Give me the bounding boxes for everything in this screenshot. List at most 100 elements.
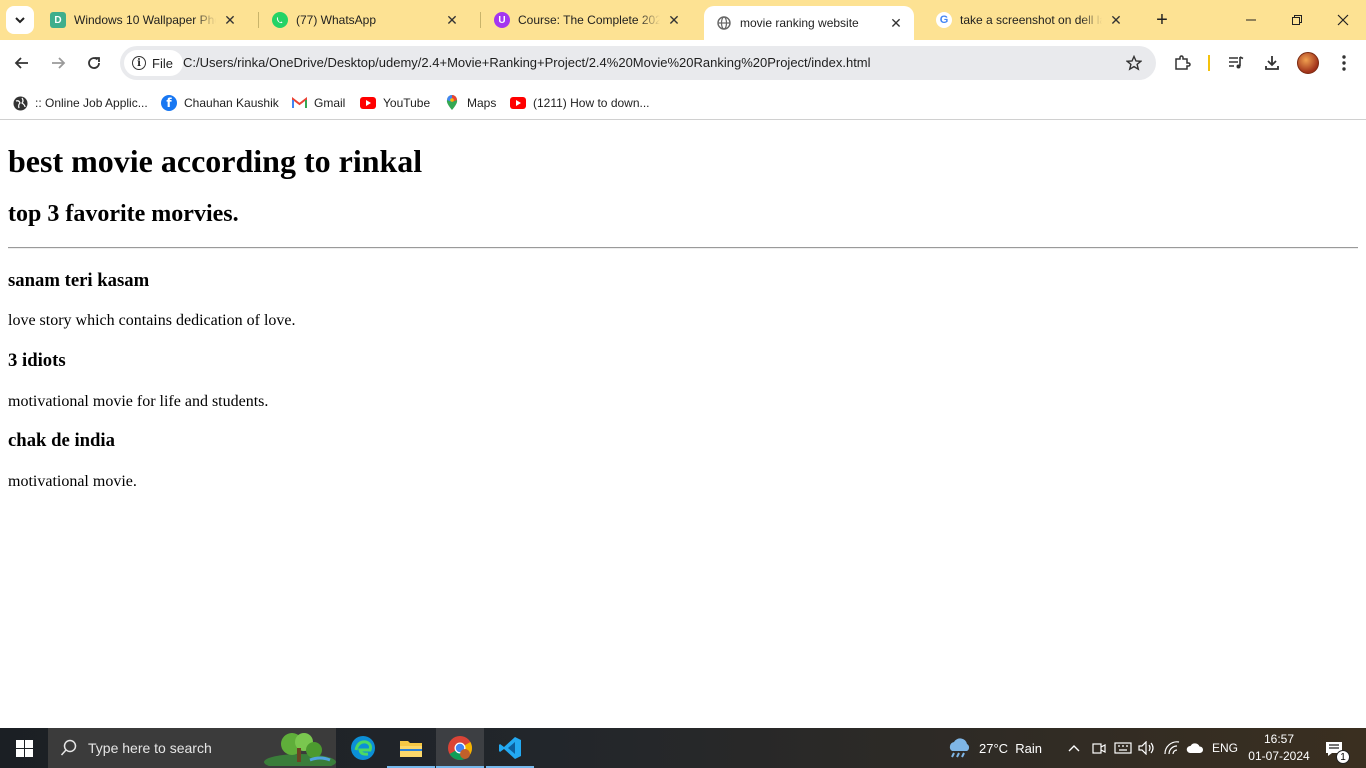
chrome-icon: [448, 736, 473, 761]
bookmark-label: YouTube: [383, 96, 431, 110]
bookmark-gmail[interactable]: Gmail: [291, 92, 345, 114]
youtube-icon: [510, 95, 526, 111]
bookmarks-bar: :: Online Job Applic... f Chauhan Kaushi…: [0, 86, 1366, 120]
tab-google-search[interactable]: G take a screenshot on dell laptop ✕: [924, 6, 1134, 34]
restore-icon: [1292, 15, 1302, 25]
date-label: 01-07-2024: [1248, 749, 1310, 763]
close-icon[interactable]: ✕: [444, 12, 460, 28]
bookmark-youtube[interactable]: YouTube: [360, 92, 430, 114]
bookmark-chauhan-kaushik[interactable]: f Chauhan Kaushik: [161, 92, 279, 114]
forward-button[interactable]: [42, 47, 74, 79]
restore-button[interactable]: [1274, 0, 1320, 40]
windows-logo-icon: [15, 739, 33, 757]
tab-separator: [258, 12, 259, 28]
tab-movie-ranking[interactable]: movie ranking website ✕: [704, 6, 914, 40]
tab-search-button[interactable]: [6, 6, 34, 34]
taskbar: Type here to search 27°C Rain ENG 16:57 …: [0, 728, 1366, 768]
input-indicator[interactable]: [1114, 728, 1132, 768]
page-title: best movie according to rinkal: [8, 143, 423, 179]
taskbar-edge[interactable]: [339, 728, 387, 768]
notifications-button[interactable]: 1: [1320, 736, 1350, 764]
taskbar-chrome[interactable]: [436, 728, 484, 768]
network-button[interactable]: [1164, 728, 1180, 768]
bookmark-how-to-download[interactable]: (1211) How to down...: [510, 92, 650, 114]
tab-wallpaper[interactable]: D Windows 10 Wallpaper Photo ✕: [38, 6, 248, 34]
close-icon: [1337, 14, 1349, 26]
camera-icon: [1092, 743, 1106, 754]
movie-title: 3 idiots: [8, 350, 66, 371]
star-icon: [1126, 55, 1142, 71]
movie-description: motivational movie for life and students…: [8, 393, 269, 410]
tab-title: (77) WhatsApp: [296, 13, 377, 27]
site-info-label: File: [152, 55, 173, 71]
search-highlight-illustration-icon: [264, 733, 336, 766]
keyboard-icon: [1114, 742, 1132, 754]
cloud-icon: [1186, 743, 1204, 753]
whatsapp-icon: [272, 12, 288, 28]
wifi-icon: [1164, 741, 1180, 755]
reload-icon: [88, 57, 100, 69]
url-text[interactable]: C:/Users/rinka/OneDrive/Desktop/udemy/2.…: [183, 46, 871, 80]
chevron-down-icon: [15, 17, 25, 24]
facebook-icon: f: [161, 95, 177, 111]
taskbar-file-explorer[interactable]: [387, 728, 435, 768]
arrow-right-icon: [52, 57, 66, 69]
address-bar[interactable]: i File C:/Users/rinka/OneDrive/Desktop/u…: [120, 46, 1156, 80]
page-subtitle: top 3 favorite morvies.: [8, 201, 239, 227]
bookmark-label: :: Online Job Applic...: [35, 96, 148, 110]
onedrive-button[interactable]: [1186, 728, 1204, 768]
reload-button[interactable]: [78, 47, 110, 79]
taskbar-search-input[interactable]: Type here to search: [48, 728, 336, 768]
page-content: best movie according to rinkal top 3 fav…: [0, 121, 1366, 728]
wallpaper-favicon-icon: D: [50, 12, 66, 28]
close-icon[interactable]: ✕: [222, 12, 238, 28]
tab-udemy-course[interactable]: U Course: The Complete 2024 Web ✕: [482, 6, 692, 34]
download-icon: [1265, 56, 1279, 70]
new-tab-button[interactable]: +: [1150, 8, 1174, 32]
gmail-icon: [291, 95, 307, 111]
bookmark-label: (1211) How to down...: [533, 96, 650, 110]
profile-button[interactable]: [1294, 49, 1322, 77]
time-label: 16:57: [1263, 732, 1295, 746]
minimize-icon: [1246, 19, 1256, 21]
media-control-button[interactable]: [1222, 49, 1250, 77]
movie-description: love story which contains dedication of …: [8, 312, 296, 329]
clock[interactable]: 16:57 01-07-2024: [1245, 731, 1313, 765]
bookmark-star-button[interactable]: [1122, 51, 1146, 75]
movie-title: sanam teri kasam: [8, 270, 150, 291]
meet-now-button[interactable]: [1092, 728, 1106, 768]
tab-whatsapp[interactable]: (77) WhatsApp ✕: [260, 6, 470, 34]
close-icon[interactable]: ✕: [888, 15, 904, 31]
show-hidden-icons-button[interactable]: [1068, 728, 1080, 768]
bookmark-online-job[interactable]: :: Online Job Applic...: [12, 92, 148, 114]
extensions-button[interactable]: [1168, 49, 1196, 77]
bookmark-label: Maps: [467, 96, 497, 110]
maps-icon: [444, 95, 460, 111]
taskbar-vscode[interactable]: [486, 728, 534, 768]
rain-cloud-icon: [949, 738, 970, 758]
menu-button[interactable]: [1330, 49, 1358, 77]
volume-button[interactable]: [1138, 728, 1156, 768]
minimize-button[interactable]: [1228, 0, 1274, 40]
site-info-chip[interactable]: i File: [124, 50, 183, 76]
bookmark-maps[interactable]: Maps: [444, 92, 496, 114]
info-icon: i: [132, 56, 146, 70]
youtube-icon: [360, 95, 376, 111]
downloads-button[interactable]: [1258, 49, 1286, 77]
language-indicator[interactable]: ENG: [1212, 728, 1238, 768]
tab-strip: D Windows 10 Wallpaper Photo ✕ (77) What…: [0, 0, 1366, 40]
tab-separator: [480, 12, 481, 28]
playlist-icon: [1229, 56, 1244, 69]
puzzle-icon: [1175, 55, 1191, 70]
weather-widget[interactable]: 27°C Rain: [946, 728, 1042, 768]
close-icon[interactable]: ✕: [1108, 12, 1124, 28]
avatar: [1297, 52, 1319, 74]
back-button[interactable]: [6, 47, 38, 79]
plus-icon: +: [1156, 8, 1168, 31]
close-icon[interactable]: ✕: [666, 12, 682, 28]
close-window-button[interactable]: [1320, 0, 1366, 40]
globe-icon: [716, 15, 732, 31]
start-button[interactable]: [0, 728, 48, 768]
bookmark-label: Gmail: [314, 96, 346, 110]
globe-icon: [12, 95, 28, 111]
